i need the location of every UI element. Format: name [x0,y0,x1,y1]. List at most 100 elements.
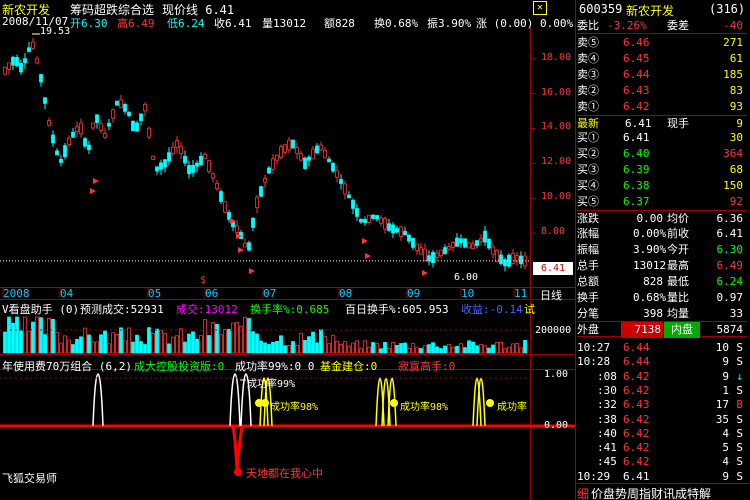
volume-bar [159,329,163,354]
candle-body [311,148,315,160]
ask-row[interactable]: 卖⑤ 6.46 271 [577,35,747,51]
bid-row[interactable]: 买⑤ 6.37 92 [577,194,747,210]
signal-dot [486,399,494,407]
stat-label: 涨跌 [577,212,599,225]
volume-bar [207,335,211,354]
volume-bar [479,343,483,354]
candle-body [343,183,347,195]
ask-row[interactable]: 卖① 6.42 93 [577,99,747,115]
volume-bar [3,331,7,354]
candle-body [23,58,27,64]
volume-bar [267,344,271,354]
volume-bar [455,345,459,354]
ask-row[interactable]: 卖② 6.43 83 [577,83,747,99]
candle-body [515,255,519,262]
order-label: 买① [577,131,599,144]
low-label: 6.00 [454,272,479,283]
bid-row[interactable]: 买④ 6.38 150 [577,178,747,194]
volume-bar [411,343,415,354]
candle-body [207,160,211,173]
volume-bar [183,341,187,354]
sub1-volume: 成交:13012 [176,303,238,316]
stats-row: 分笔 398 均量 33 [577,306,747,322]
signal-triangle [238,247,244,253]
candle-body [407,234,411,242]
candle-body [223,201,227,213]
candle-body [327,158,331,163]
stat-value: 6.30 [716,243,744,256]
volume-bar [147,327,151,354]
bid-row[interactable]: 买① 6.41 30 [577,130,747,146]
stat-label: 总额 [577,275,599,288]
candle-body [179,145,183,154]
candle-body [455,237,459,247]
candle-body [363,219,367,223]
order-volume: 68 [729,163,743,176]
candle-body [275,154,279,161]
candle-body [487,238,491,249]
candle-body [199,155,203,166]
volume-bar [383,342,387,354]
sub1-y-label: 200000 [535,325,572,336]
ask-row[interactable]: 卖③ 6.44 185 [577,67,747,83]
stats-row: 涨幅 0.00% 前收 6.41 [577,226,747,242]
current-price-tag: 6.41 [533,262,573,275]
volume-bar [395,344,399,354]
stats-row: 总额 828 最低 6.24 [577,274,747,290]
volume-bar [403,342,407,354]
volume-bar [127,327,131,354]
volume-bar [23,316,27,354]
y-tick-label: 12.00 [541,156,572,168]
bottom-tabs[interactable]: 细 价盘势周指财讯成特解 [577,483,750,500]
candle-body [299,153,303,161]
stat-value: 6.49 [716,259,744,272]
stat-label: 均量 [667,307,689,320]
volume-bar [227,328,231,354]
bid-row[interactable]: 买② 6.40 364 [577,146,747,162]
volume-bar [47,317,51,354]
sub1-title[interactable]: V看盘助手 (0) [2,301,79,317]
volume-bar [55,332,59,354]
order-price: 6.45 [623,52,650,65]
candle-body [519,255,523,265]
x-tick-label: 07 [263,287,277,300]
stat-value: 33 [729,307,743,320]
candle-body [475,240,479,246]
bid-row[interactable]: 买③ 6.39 68 [577,162,747,178]
volume-bar [175,335,179,354]
tab-items[interactable]: 价盘势周指财讯成特解 [591,485,711,500]
volume-bar [419,348,423,354]
order-volume: 61 [729,52,743,65]
volume-bar [471,341,475,354]
sub1-income: 收益:-0.14 [461,303,523,316]
candle-body [387,223,391,231]
candle-body [291,139,295,149]
tab-detail[interactable]: 细 [577,485,589,500]
volume-bar [99,334,103,354]
volume-bar [447,343,451,354]
candle-body [427,255,431,262]
candle-body [191,165,195,173]
volume-bar [319,329,323,354]
ask-row[interactable]: 卖④ 6.45 61 [577,51,747,67]
sub2-title[interactable]: 年使用费70万组合 (6,2) [2,358,132,374]
order-label: 卖③ [577,68,599,81]
volume-bar [427,344,431,354]
candle-body [495,249,499,262]
volume-bar [191,331,195,354]
period-button[interactable]: 日线 [540,287,562,303]
volume-bar [379,348,383,354]
volume-bar [355,340,359,354]
candle-body [19,63,23,73]
candle-body [131,120,135,132]
signal-triangle [93,178,99,184]
candle-body [499,254,503,264]
stat-label: 最低 [667,275,689,288]
volume-bar [311,331,315,354]
signal-triangle [365,253,371,259]
webi-label: 委比 [577,19,599,32]
stat-value: 6.41 [716,227,744,240]
candle-body [339,179,343,184]
x-tick-label: 2008 [3,287,30,300]
volume-bar [331,334,335,354]
